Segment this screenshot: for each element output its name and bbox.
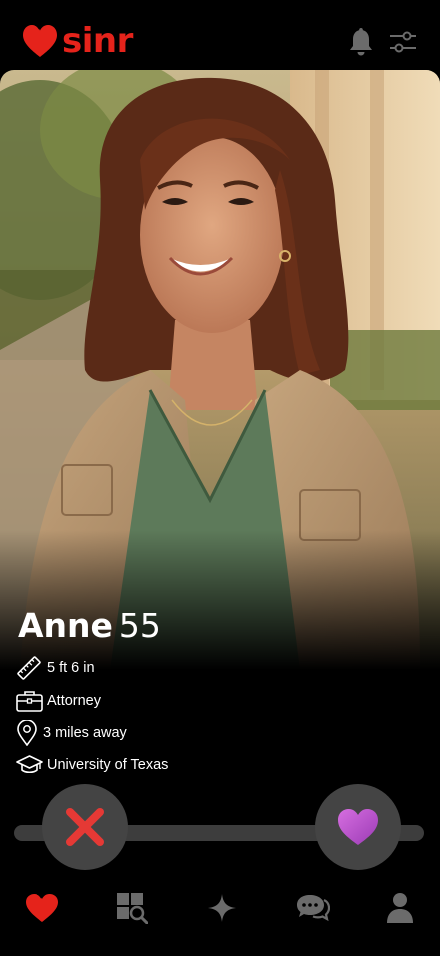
app-header: sinr bbox=[0, 0, 440, 70]
nav-sparkle[interactable] bbox=[200, 886, 244, 930]
like-button[interactable] bbox=[315, 784, 401, 870]
location-pin-icon bbox=[17, 720, 37, 746]
logo-heart-icon bbox=[23, 24, 57, 57]
briefcase-icon bbox=[16, 691, 43, 712]
ruler-icon bbox=[17, 656, 41, 680]
detail-height: 5 ft 6 in bbox=[16, 655, 95, 681]
profile-icon bbox=[387, 893, 413, 923]
heart-icon bbox=[26, 893, 58, 922]
graduation-cap-icon bbox=[16, 755, 43, 774]
profile-name: Anne bbox=[18, 606, 113, 645]
education-text: University of Texas bbox=[47, 757, 169, 773]
explore-grid-icon bbox=[117, 893, 148, 924]
profile-name-age: Anne 55 bbox=[18, 606, 161, 646]
profile-photo[interactable] bbox=[0, 70, 440, 670]
x-icon bbox=[66, 808, 104, 846]
nav-discover[interactable] bbox=[20, 886, 64, 930]
height-text: 5 ft 6 in bbox=[47, 660, 95, 676]
app-logo: sinr bbox=[22, 24, 133, 58]
nav-messages[interactable] bbox=[291, 886, 335, 930]
nav-profile[interactable] bbox=[378, 886, 422, 930]
detail-distance: 3 miles away bbox=[16, 720, 127, 746]
bell-icon[interactable] bbox=[348, 28, 374, 56]
heart-icon bbox=[338, 809, 378, 845]
app-name: sinr bbox=[62, 21, 133, 61]
distance-text: 3 miles away bbox=[43, 725, 127, 741]
photo-gradient-overlay bbox=[0, 530, 440, 670]
nope-button[interactable] bbox=[42, 784, 128, 870]
nav-explore[interactable] bbox=[110, 886, 154, 930]
detail-occupation: Attorney bbox=[16, 688, 101, 714]
occupation-text: Attorney bbox=[47, 693, 101, 709]
chat-bubbles-icon bbox=[297, 895, 330, 922]
filter-sliders-icon[interactable] bbox=[389, 30, 417, 54]
sparkle-icon bbox=[208, 894, 236, 922]
profile-age: 55 bbox=[118, 606, 161, 645]
detail-education: University of Texas bbox=[16, 752, 168, 778]
